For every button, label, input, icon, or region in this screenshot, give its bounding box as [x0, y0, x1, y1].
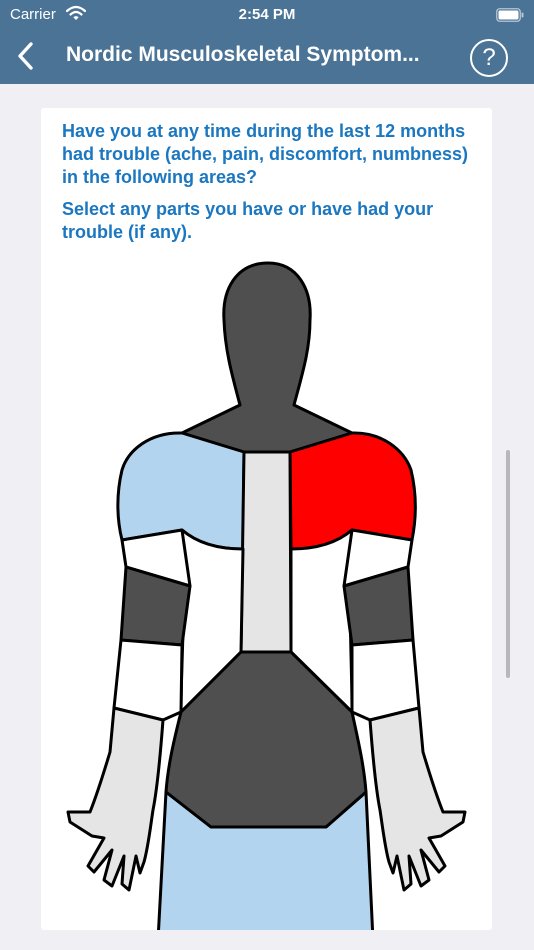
- status-bar: Carrier 2:54 PM: [0, 0, 534, 30]
- page-title: Nordic Musculoskeletal Symptom...: [66, 43, 420, 66]
- battery-icon: [496, 8, 524, 22]
- navigation-bar: Nordic Musculoskeletal Symptom... ?: [0, 30, 534, 84]
- chevron-left-icon[interactable]: [14, 40, 38, 72]
- body-part-wrist-hand-left[interactable]: [368, 706, 467, 892]
- questionnaire-card: Have you at any time during the last 12 …: [41, 108, 492, 930]
- body-map: [66, 261, 467, 930]
- scrollbar[interactable]: [506, 450, 510, 678]
- help-button[interactable]: ?: [470, 39, 508, 77]
- instruction-text: Select any parts you have or have had yo…: [62, 199, 434, 242]
- body-part-wrist-hand-right[interactable]: [66, 706, 165, 892]
- clock: 2:54 PM: [238, 6, 296, 23]
- body-part-neck[interactable]: [180, 261, 354, 454]
- body-part-upper-back[interactable]: [239, 450, 293, 654]
- question-text: Have you at any time during the last 12 …: [62, 121, 469, 187]
